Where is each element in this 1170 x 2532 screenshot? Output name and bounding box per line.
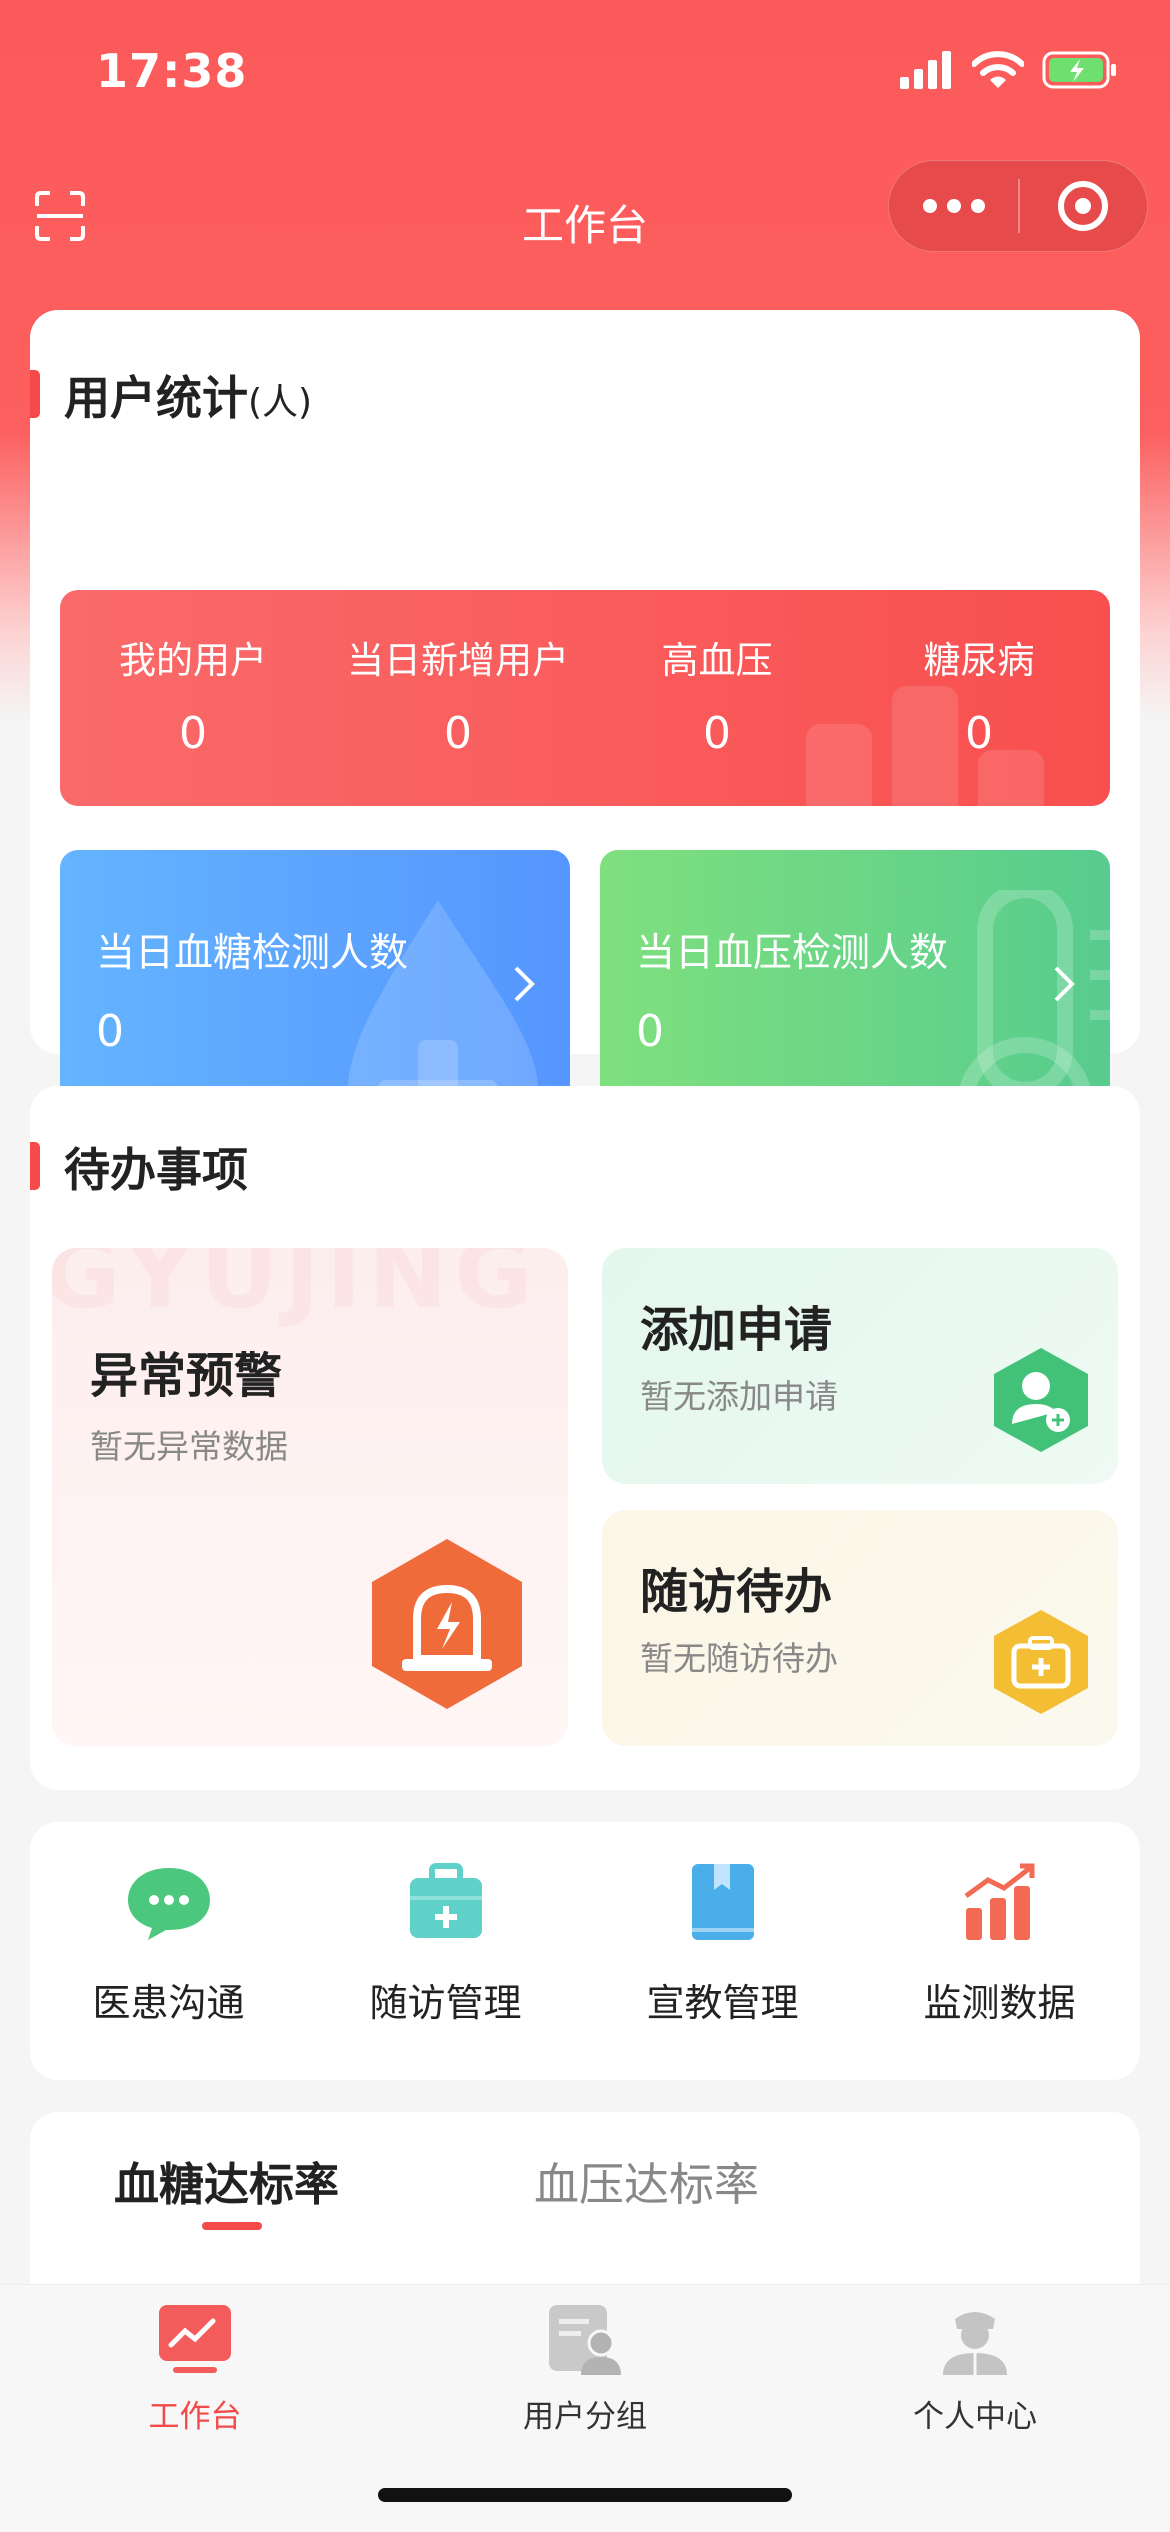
- followup-subtitle: 暂无随访待办: [640, 1639, 838, 1678]
- miniprogram-capsule: [888, 160, 1148, 252]
- pressure-tile-value: 0: [636, 1006, 664, 1057]
- quick-actions-card: 医患沟通 随访管理 宣教管理 监测数据: [30, 1822, 1140, 2080]
- target-icon: [1058, 181, 1109, 231]
- home-indicator: [378, 2488, 792, 2502]
- watermark: GYUJING: [52, 1248, 539, 1330]
- section-title: 待办事项: [64, 1143, 248, 1197]
- quick-action-education[interactable]: 宣教管理: [584, 1862, 861, 2027]
- doctor-avatar-icon: [943, 2312, 1007, 2375]
- user-group-icon: [549, 2305, 621, 2375]
- glucose-tile-label: 当日血糖检测人数: [96, 931, 409, 976]
- tab-pressure-rate[interactable]: 血压达标率: [534, 2148, 759, 2213]
- stats-banner: 我的用户 0 当日新增用户 0 高血压 0 糖尿病 0: [60, 590, 1110, 806]
- user-stats-card: 用户统计(人) 我的用户 0 当日新增用户 0 高血压 0 糖尿病 0 当日血糖…: [30, 310, 1140, 1128]
- apply-title: 添加申请: [640, 1302, 833, 1358]
- status-time: 17:38: [96, 44, 248, 98]
- stat-new-users[interactable]: 当日新增用户 0: [308, 630, 608, 759]
- chevron-right-icon: [1054, 966, 1075, 1002]
- alarm-icon: [372, 1539, 522, 1709]
- nav-profile[interactable]: 个人中心: [780, 2301, 1170, 2436]
- alert-tile[interactable]: GYUJING 异常预警 暂无异常数据: [52, 1248, 568, 1746]
- status-icons: [900, 50, 1118, 90]
- workbench-icon: [159, 2305, 231, 2373]
- chevron-right-icon: [514, 966, 535, 1002]
- followup-title: 随访待办: [640, 1564, 833, 1620]
- active-tab-indicator: [202, 2222, 262, 2230]
- apply-subtitle: 暂无添加申请: [640, 1377, 838, 1416]
- section-title: 用户统计(人): [64, 371, 313, 425]
- medical-kit-icon: [409, 1863, 482, 1938]
- pressure-tile-label: 当日血压检测人数: [636, 931, 949, 976]
- nav-workbench[interactable]: 工作台: [0, 2301, 390, 2436]
- stat-my-users[interactable]: 我的用户 0: [68, 630, 318, 759]
- wifi-icon: [972, 51, 1024, 88]
- bar-chart-icon: [964, 1863, 1034, 1940]
- add-user-icon: [994, 1348, 1088, 1452]
- nav-user-groups[interactable]: 用户分组: [390, 2301, 780, 2436]
- book-icon: [691, 1864, 754, 1940]
- quick-action-doctor-chat[interactable]: 医患沟通: [30, 1862, 307, 2027]
- close-button[interactable]: [1020, 181, 1147, 231]
- add-request-tile[interactable]: 添加申请 暂无添加申请: [602, 1248, 1118, 1484]
- chat-bubble-icon: [127, 1868, 210, 1940]
- tab-glucose-rate[interactable]: 血糖达标率: [114, 2148, 339, 2213]
- signal-icon: [900, 51, 951, 89]
- followup-tile[interactable]: 随访待办 暂无随访待办: [602, 1510, 1118, 1746]
- more-button[interactable]: [889, 199, 1018, 213]
- stat-hypertension[interactable]: 高血压 0: [592, 630, 842, 759]
- battery-icon: [1042, 51, 1116, 89]
- glucose-tile-value: 0: [96, 1006, 124, 1057]
- quick-action-monitoring[interactable]: 监测数据: [861, 1862, 1138, 2027]
- stat-diabetes[interactable]: 糖尿病 0: [854, 630, 1104, 759]
- alert-title: 异常预警: [90, 1348, 283, 1404]
- medical-kit-icon: [994, 1610, 1088, 1714]
- alert-subtitle: 暂无异常数据: [90, 1427, 288, 1466]
- quick-action-followup[interactable]: 随访管理: [307, 1862, 584, 2027]
- todo-card: 待办事项 GYUJING 异常预警 暂无异常数据 添加申请 暂无添加申请 随访待…: [30, 1086, 1140, 1790]
